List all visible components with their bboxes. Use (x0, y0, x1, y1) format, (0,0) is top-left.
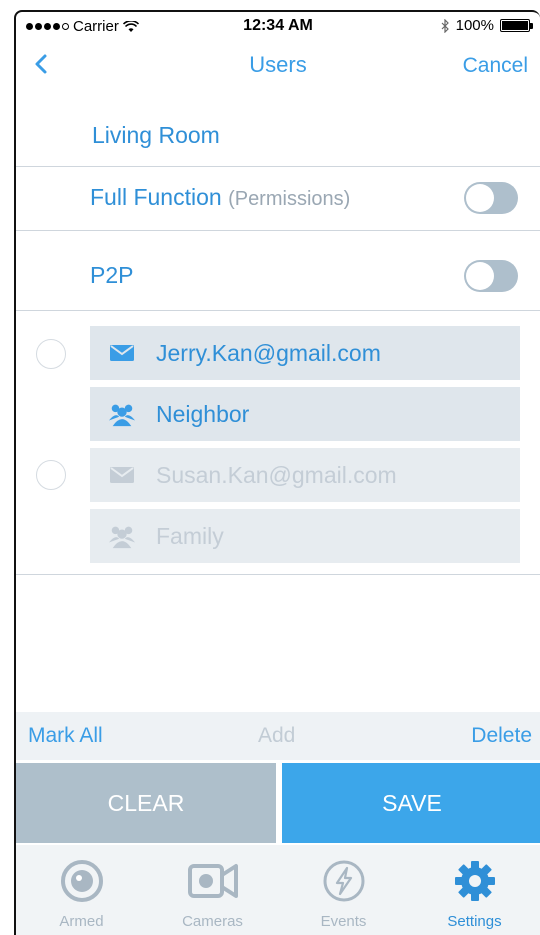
bluetooth-icon (441, 18, 449, 33)
battery-icon (500, 19, 533, 32)
user-group-field[interactable]: Neighbor (90, 387, 520, 441)
user-select-radio[interactable] (36, 339, 66, 369)
user-email: Susan.Kan@gmail.com (156, 461, 397, 488)
p2p-label: P2P (90, 262, 134, 288)
full-function-toggle[interactable] (464, 182, 518, 214)
tab-label: Armed (59, 913, 104, 930)
events-icon (278, 855, 409, 907)
gear-icon (409, 855, 540, 907)
tab-label: Settings (447, 913, 502, 930)
status-right: 100% (440, 17, 533, 34)
user-email-field[interactable]: Jerry.Kan@gmail.com (90, 326, 520, 380)
room-name: Living Room (92, 122, 220, 148)
divider (16, 166, 540, 167)
navigation-bar: Users Cancel (16, 42, 540, 86)
group-icon (108, 524, 136, 549)
armed-icon (16, 855, 147, 907)
tab-bar: Armed Cameras Events Settings (16, 845, 540, 935)
tab-armed[interactable]: Armed (16, 845, 147, 935)
page-title: Users (249, 52, 307, 77)
user-email-field[interactable]: Susan.Kan@gmail.com (90, 448, 520, 502)
divider (16, 310, 540, 311)
group-icon (108, 402, 136, 427)
user-group-field[interactable]: Family (90, 509, 520, 563)
mark-all-button[interactable]: Mark All (28, 724, 103, 748)
delete-button[interactable]: Delete (471, 724, 532, 748)
tab-cameras[interactable]: Cameras (147, 845, 278, 935)
status-bar: Carrier 12:34 AM 100% (16, 12, 540, 42)
mail-icon (108, 341, 136, 365)
tab-label: Cameras (182, 913, 243, 930)
tab-label: Events (320, 913, 367, 930)
phone-screen: Carrier 12:34 AM 100% Users Cancel Livin… (14, 10, 540, 935)
user-group: Neighbor (156, 400, 250, 427)
clear-button[interactable]: CLEAR (16, 763, 276, 843)
camera-icon (147, 855, 278, 907)
mail-icon (108, 463, 136, 487)
user-select-radio[interactable] (36, 460, 66, 490)
user-group: Family (156, 522, 224, 549)
tab-settings[interactable]: Settings (409, 845, 540, 935)
full-function-label: Full Function (90, 184, 222, 210)
battery-percent: 100% (455, 17, 494, 34)
divider (16, 574, 540, 575)
permissions-sublabel: (Permissions) (228, 188, 351, 210)
tab-events[interactable]: Events (278, 845, 409, 935)
p2p-toggle[interactable] (464, 260, 518, 292)
save-button[interactable]: SAVE (282, 763, 540, 843)
user-email: Jerry.Kan@gmail.com (156, 339, 381, 366)
full-function-row: Full Function (Permissions) (90, 184, 350, 211)
add-button[interactable]: Add (258, 724, 295, 748)
cancel-button[interactable]: Cancel (463, 54, 528, 78)
divider (16, 230, 540, 231)
action-bar: Mark All Add Delete (16, 712, 540, 760)
